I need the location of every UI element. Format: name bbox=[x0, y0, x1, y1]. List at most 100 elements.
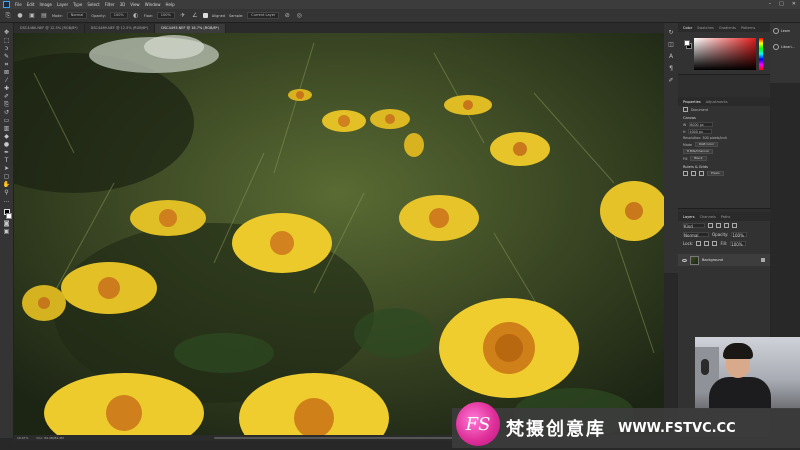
tab-swatches[interactable]: Swatches bbox=[697, 26, 714, 30]
brush-preset-icon[interactable]: ● bbox=[16, 12, 24, 20]
background-color-swatch[interactable] bbox=[6, 213, 12, 219]
flow-field[interactable]: 100% bbox=[156, 12, 175, 19]
tab-patterns[interactable]: Patterns bbox=[741, 26, 755, 30]
filter-type-icon[interactable] bbox=[724, 223, 729, 228]
eraser-tool-icon[interactable]: ▭ bbox=[2, 117, 11, 124]
history-brush-tool-icon[interactable]: ↺ bbox=[2, 109, 11, 116]
bit-depth-select[interactable]: 8 Bits/Channel bbox=[683, 149, 713, 154]
menu-select[interactable]: Select bbox=[87, 2, 99, 7]
frame-tool-icon[interactable]: ⊠ bbox=[2, 69, 11, 76]
document-canvas[interactable] bbox=[14, 33, 664, 435]
learn-button[interactable]: Learn bbox=[770, 23, 800, 39]
unit-select[interactable]: Pixels bbox=[707, 171, 724, 176]
angle-icon[interactable]: ∠ bbox=[191, 12, 199, 20]
tab-channels[interactable]: Channels bbox=[700, 215, 716, 219]
filter-shape-icon[interactable] bbox=[732, 223, 737, 228]
document-tab[interactable]: DSC4480.NEF @ 12.5% (RGB/8*) bbox=[14, 24, 85, 33]
document-info[interactable]: Doc: 84.4M/84.4M bbox=[36, 436, 63, 440]
fill-select[interactable]: Black bbox=[690, 156, 707, 161]
move-tool-icon[interactable]: ✥ bbox=[2, 29, 11, 36]
horizontal-scrollbar[interactable] bbox=[214, 437, 464, 439]
height-field[interactable]: 4000 px bbox=[688, 129, 713, 134]
crop-tool-icon[interactable]: ⌗ bbox=[2, 61, 11, 68]
lasso-tool-icon[interactable]: ↄ bbox=[2, 45, 11, 52]
guides-icon[interactable] bbox=[699, 171, 704, 176]
menu-image[interactable]: Image bbox=[39, 2, 52, 7]
maximize-button[interactable]: □ bbox=[779, 1, 784, 7]
type-tool-icon[interactable]: T bbox=[2, 157, 11, 164]
lock-position-icon[interactable] bbox=[704, 241, 710, 246]
ruler-icon[interactable] bbox=[683, 171, 688, 176]
libraries-button[interactable]: Librari... bbox=[770, 39, 800, 55]
document-tab[interactable]: DSC4489.NEF @ 12.5% (RGB/8*) bbox=[84, 24, 156, 33]
dodge-tool-icon[interactable]: ● bbox=[2, 141, 11, 148]
more-tools-icon[interactable]: … bbox=[2, 197, 11, 204]
airbrush-icon[interactable]: ✈ bbox=[179, 12, 187, 20]
grid-icon[interactable] bbox=[691, 171, 696, 176]
quick-select-tool-icon[interactable]: ✎ bbox=[2, 53, 11, 60]
marquee-tool-icon[interactable]: ⬚ bbox=[2, 37, 11, 44]
rectangle-tool-icon[interactable]: ▢ bbox=[2, 173, 11, 180]
brush-panel-icon[interactable]: ✐ bbox=[667, 77, 675, 85]
libraries-icon[interactable]: ◫ bbox=[667, 41, 675, 49]
layer-opacity-field[interactable]: 100% bbox=[731, 232, 748, 238]
layer-fill-field[interactable]: 100% bbox=[730, 241, 747, 247]
close-button[interactable]: ✕ bbox=[792, 1, 796, 7]
tab-properties[interactable]: Properties bbox=[683, 100, 701, 104]
healing-brush-tool-icon[interactable]: ✚ bbox=[2, 85, 11, 92]
zoom-level[interactable]: 16.67% bbox=[17, 436, 28, 440]
paragraph-icon[interactable]: ¶ bbox=[667, 65, 675, 73]
lock-all-icon[interactable] bbox=[712, 241, 718, 246]
clone-stamp-tool-icon[interactable]: ⎘ bbox=[2, 101, 11, 108]
width-field[interactable]: 6000 px bbox=[689, 122, 714, 127]
opacity-field[interactable]: 100% bbox=[109, 12, 128, 19]
document-tab-active[interactable]: DSC4493.NEF @ 16.7% (RGB/8*) bbox=[155, 24, 226, 33]
character-icon[interactable]: A bbox=[667, 53, 675, 61]
menu-layer[interactable]: Layer bbox=[57, 2, 68, 7]
foreground-swatch[interactable] bbox=[684, 40, 690, 46]
layer-row[interactable]: Background bbox=[678, 254, 770, 266]
clone-source-icon[interactable]: ▤ bbox=[40, 12, 48, 20]
color-picker-field[interactable] bbox=[694, 38, 756, 70]
visibility-eye-icon[interactable] bbox=[682, 258, 687, 262]
brush-settings-icon[interactable]: ▣ bbox=[28, 12, 36, 20]
kind-filter-select[interactable]: Kind bbox=[683, 223, 705, 229]
menu-3d[interactable]: 3D bbox=[120, 2, 126, 7]
sample-select[interactable]: Current Layer bbox=[247, 12, 280, 19]
menu-file[interactable]: File bbox=[15, 2, 22, 7]
quick-mask-icon[interactable]: ◙ bbox=[2, 220, 11, 227]
menu-view[interactable]: View bbox=[130, 2, 140, 7]
menu-edit[interactable]: Edit bbox=[27, 2, 35, 7]
ignore-adjustment-icon[interactable]: ⊘ bbox=[283, 12, 291, 20]
tab-adjustments[interactable]: Adjustments bbox=[706, 100, 728, 104]
blend-mode-select[interactable]: Normal bbox=[683, 232, 709, 238]
tab-color[interactable]: Color bbox=[683, 26, 692, 30]
hue-slider[interactable] bbox=[759, 38, 763, 70]
screen-mode-icon[interactable]: ▣ bbox=[2, 228, 11, 235]
minimize-button[interactable]: – bbox=[769, 1, 772, 7]
gradient-tool-icon[interactable]: ▥ bbox=[2, 125, 11, 132]
menu-window[interactable]: Window bbox=[145, 2, 161, 7]
pressure-opacity-icon[interactable]: ◐ bbox=[132, 12, 140, 20]
pressure-size-icon[interactable]: ◎ bbox=[295, 12, 303, 20]
blur-tool-icon[interactable]: ◆ bbox=[2, 133, 11, 140]
tab-paths[interactable]: Paths bbox=[721, 215, 731, 219]
mode-select[interactable]: RGB Color bbox=[694, 142, 719, 147]
brush-tool-icon[interactable]: ✐ bbox=[2, 93, 11, 100]
eyedropper-tool-icon[interactable]: ⁄ bbox=[2, 77, 11, 84]
filter-pixel-icon[interactable] bbox=[708, 223, 713, 228]
lock-pixels-icon[interactable] bbox=[696, 241, 702, 246]
filter-adjustment-icon[interactable] bbox=[716, 223, 721, 228]
tab-layers[interactable]: Layers bbox=[683, 215, 695, 219]
clone-stamp-tool-icon[interactable]: ⎘ bbox=[4, 12, 12, 20]
path-select-tool-icon[interactable]: ➤ bbox=[2, 165, 11, 172]
zoom-tool-icon[interactable]: ⚲ bbox=[2, 189, 11, 196]
menu-type[interactable]: Type bbox=[73, 2, 82, 7]
history-icon[interactable]: ↻ bbox=[667, 29, 675, 37]
tab-gradients[interactable]: Gradients bbox=[719, 26, 736, 30]
aligned-checkbox[interactable] bbox=[202, 13, 208, 18]
mode-select[interactable]: Normal bbox=[66, 12, 88, 19]
hand-tool-icon[interactable]: ✋ bbox=[2, 181, 11, 188]
menu-help[interactable]: Help bbox=[165, 2, 174, 7]
menu-filter[interactable]: Filter bbox=[105, 2, 115, 7]
